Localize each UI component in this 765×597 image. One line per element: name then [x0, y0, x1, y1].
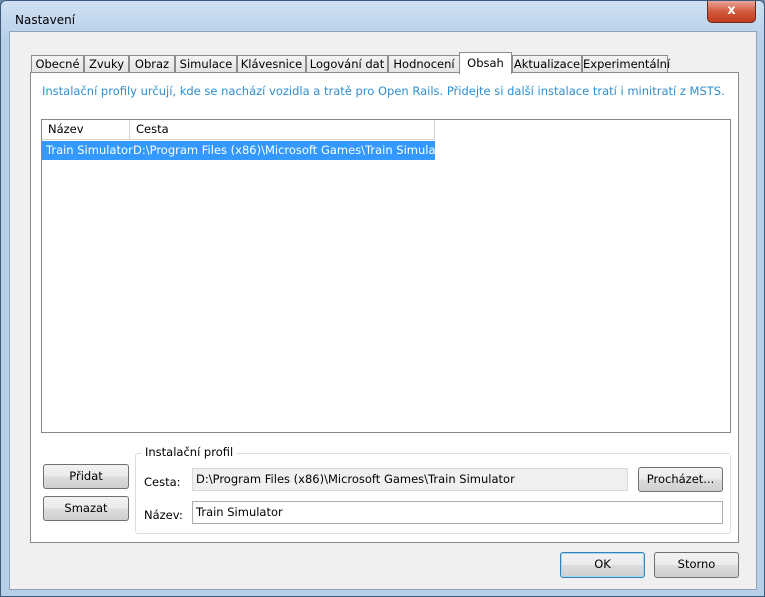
list-item-path: D:\Program Files (x86)\Microsoft Games\T… — [133, 143, 452, 157]
ok-button[interactable]: OK — [560, 552, 645, 578]
column-header-path[interactable]: Cesta — [130, 120, 435, 140]
install-profile-group: Instalační profil Cesta: D:\Program File… — [135, 445, 731, 534]
tab-keyboard[interactable]: Klávesnice — [237, 55, 306, 73]
browse-button[interactable]: Procházet... — [638, 467, 723, 492]
settings-dialog: Nastavení x Obecné Zvuky Obraz Simulace … — [0, 0, 765, 597]
column-header-name[interactable]: Název — [42, 120, 130, 140]
path-label: Cesta: — [144, 475, 181, 489]
tab-updater[interactable]: Aktualizace — [512, 55, 582, 73]
content-tab-panel: Instalační profily určují, kde se nacház… — [30, 72, 739, 543]
tab-sounds[interactable]: Zvuky — [84, 55, 129, 73]
tab-evaluation[interactable]: Hodnocení — [388, 55, 460, 73]
name-field[interactable]: Train Simulator — [192, 501, 723, 524]
tab-data-logging[interactable]: Logování dat — [306, 55, 388, 73]
cancel-button[interactable]: Storno — [654, 552, 739, 578]
dialog-client-area: Obecné Zvuky Obraz Simulace Klávesnice L… — [9, 31, 757, 590]
tab-simulation[interactable]: Simulace — [175, 55, 237, 73]
delete-button[interactable]: Smazat — [43, 496, 129, 521]
group-title: Instalační profil — [142, 445, 237, 459]
window-title: Nastavení — [15, 13, 76, 27]
tab-general[interactable]: Obecné — [31, 55, 84, 73]
profiles-list[interactable]: Název Cesta Train Simulator D:\Program F… — [41, 119, 731, 433]
close-icon: x — [727, 3, 736, 18]
tab-content[interactable]: Obsah — [459, 52, 512, 74]
list-item[interactable]: Train Simulator D:\Program Files (x86)\M… — [42, 141, 452, 160]
list-item-name: Train Simulator — [46, 143, 133, 157]
add-button[interactable]: Přidat — [43, 464, 129, 489]
tab-experimental[interactable]: Experimentální — [582, 55, 670, 73]
close-button[interactable]: x — [707, 1, 756, 23]
name-label: Název: — [144, 508, 183, 522]
info-text: Instalační profily určují, kde se nacház… — [42, 84, 725, 98]
tab-video[interactable]: Obraz — [129, 55, 175, 73]
path-field[interactable]: D:\Program Files (x86)\Microsoft Games\T… — [192, 468, 628, 491]
